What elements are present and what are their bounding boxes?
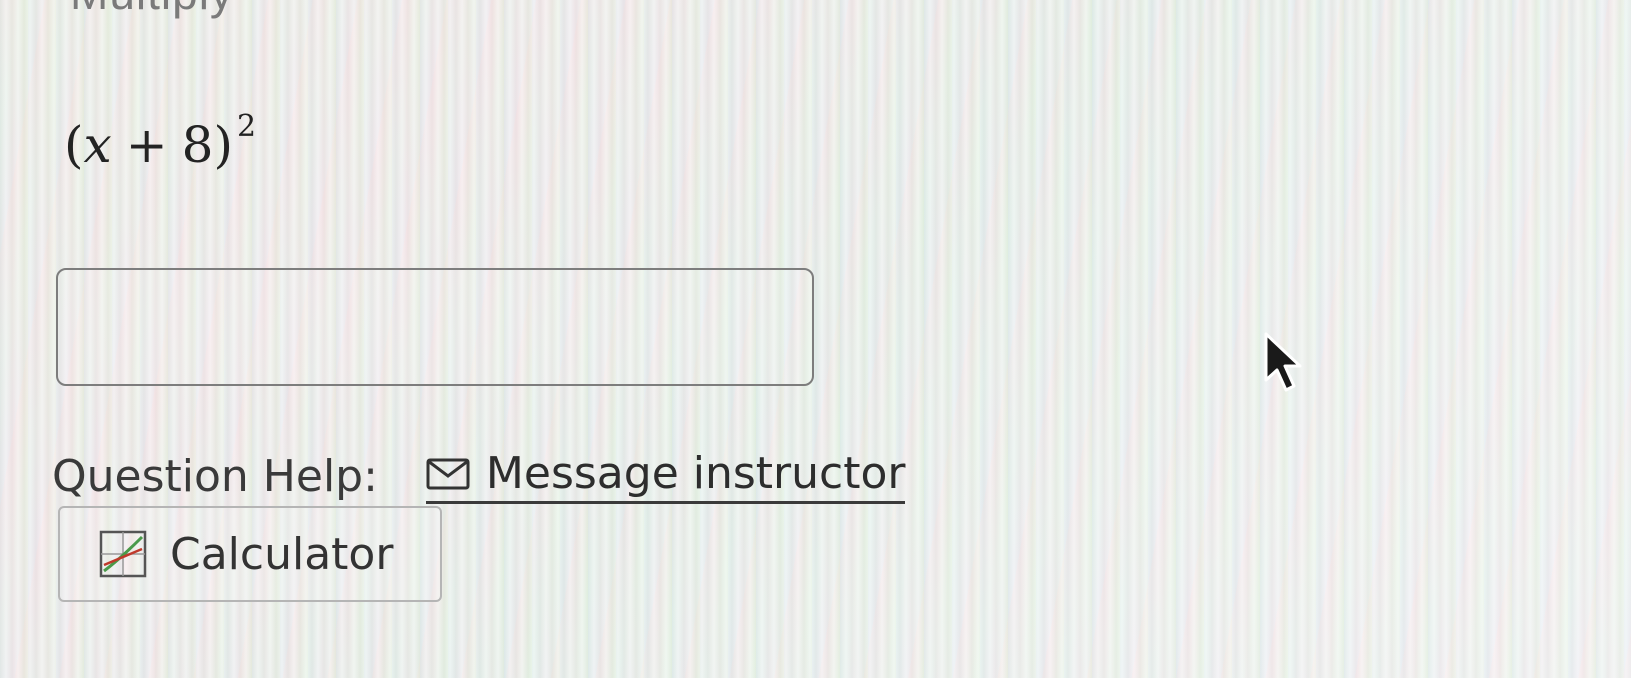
calculator-button[interactable]: Calculator [58,506,442,602]
answer-input[interactable] [56,268,814,386]
expression-variable: x [83,116,112,174]
expression-operator: + [125,116,168,174]
cut-off-instruction-text: Multiply [70,0,234,20]
message-instructor-label: Message instructor [485,448,906,499]
open-paren: ( [64,116,84,174]
question-help-label: Question Help: [52,450,378,502]
math-expression: (x +8) 2 [64,109,256,174]
calculator-label: Calculator [170,528,394,580]
expression-exponent: 2 [236,109,257,145]
close-paren: ) [213,116,233,174]
calculator-graph-icon [99,530,147,578]
envelope-icon [426,458,470,489]
expression-constant: 8 [181,116,214,174]
question-help-row: Question Help: Message instructor [52,448,906,504]
message-instructor-link[interactable]: Message instructor [425,448,906,504]
mouse-pointer-icon [1264,332,1302,392]
